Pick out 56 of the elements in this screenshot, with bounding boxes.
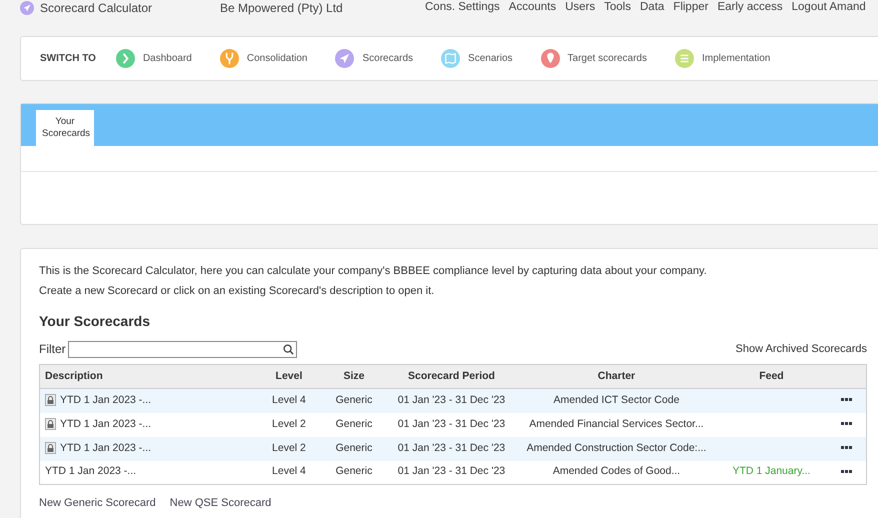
- new-scorecard-link[interactable]: New QSE Scorecard: [170, 497, 272, 509]
- table-cell: 01 Jan '23 - 31 Dec '23: [398, 465, 506, 478]
- table-cell: Generic: [336, 394, 372, 406]
- table-cell: Amended Codes of Good...: [552, 465, 680, 478]
- menu-link[interactable]: Data: [640, 0, 664, 17]
- menu-link[interactable]: Accounts: [508, 0, 556, 17]
- intro-text: Create a new Scorecard or click on an existing Scorecard's description to open it.: [39, 284, 436, 299]
- column-header: Feed: [716, 364, 826, 388]
- menu-link[interactable]: Flipper: [673, 0, 708, 17]
- switch-link[interactable]: Scenarios: [441, 49, 513, 68]
- app-title: Scorecard Calculator: [40, 0, 154, 17]
- archived-link[interactable]: Show Archived Scorecards: [736, 340, 867, 358]
- more-icon[interactable]: [840, 422, 852, 426]
- app-logo-icon: [20, 1, 34, 15]
- scorecard-link[interactable]: YTD 1 Jan 2023 -...: [45, 465, 136, 478]
- new-scorecard-link[interactable]: New Generic Scorecard: [39, 497, 156, 509]
- table-cell: 01 Jan '23 - 31 Dec '23: [398, 442, 506, 454]
- tab[interactable]: Your Scorecards: [36, 110, 94, 146]
- menu-link[interactable]: Cons. Settings: [425, 0, 500, 17]
- switch-link[interactable]: Consolidation: [220, 49, 308, 68]
- company-name: Be Mpowered (Pty) Ltd: [220, 0, 344, 17]
- section-title: Your Scorecards: [39, 312, 152, 331]
- table-cell: 01 Jan '23 - 31 Dec '23: [398, 394, 506, 406]
- switch-link[interactable]: Target scorecards: [540, 49, 647, 68]
- column-header: Level: [256, 364, 322, 388]
- table-cell: Generic: [336, 442, 372, 454]
- filter-label: Filter: [39, 341, 66, 358]
- filter-field[interactable]: [68, 340, 297, 358]
- more-icon[interactable]: [840, 446, 852, 450]
- search-icon: [282, 344, 294, 354]
- table-cell: Generic: [336, 418, 372, 430]
- column-header: Size: [321, 364, 386, 388]
- switch-label: SWITCH TO: [40, 52, 96, 66]
- more-icon[interactable]: [840, 470, 852, 474]
- table-cell: Level 4: [272, 465, 306, 478]
- table-cell: Level 2: [272, 442, 306, 454]
- column-header: Description: [40, 364, 256, 388]
- column-header: Charter: [516, 364, 716, 388]
- table-cell: Amended ICT Sector Code: [554, 394, 680, 406]
- menu-link[interactable]: Users: [565, 0, 596, 17]
- table-cell: Amended Financial Services Sector...: [529, 418, 704, 430]
- table-cell: Generic: [336, 465, 372, 478]
- table-cell: Level 2: [272, 418, 306, 430]
- scorecard-link[interactable]: YTD 1 Jan 2023 -...: [60, 418, 152, 430]
- column-header: Scorecard Period: [386, 364, 516, 388]
- switch-link[interactable]: Dashboard: [116, 49, 192, 68]
- table-cell: Amended Construction Sector Code:...: [526, 442, 706, 454]
- more-icon[interactable]: [840, 398, 852, 402]
- table-cell: 01 Jan '23 - 31 Dec '23: [398, 418, 506, 430]
- menu-link[interactable]: Tools: [604, 0, 631, 17]
- table-cell: Level 4: [272, 394, 306, 406]
- menu-link[interactable]: Early access: [717, 0, 783, 17]
- menu-link[interactable]: Logout Amand: [792, 0, 866, 17]
- switch-link[interactable]: Implementation: [675, 49, 770, 68]
- switch-link[interactable]: Scorecards: [335, 49, 414, 68]
- intro-text: This is the Scorecard Calculator, here you can calculate your company's BBBEE compliance level by capturing data about your company.: [39, 264, 708, 279]
